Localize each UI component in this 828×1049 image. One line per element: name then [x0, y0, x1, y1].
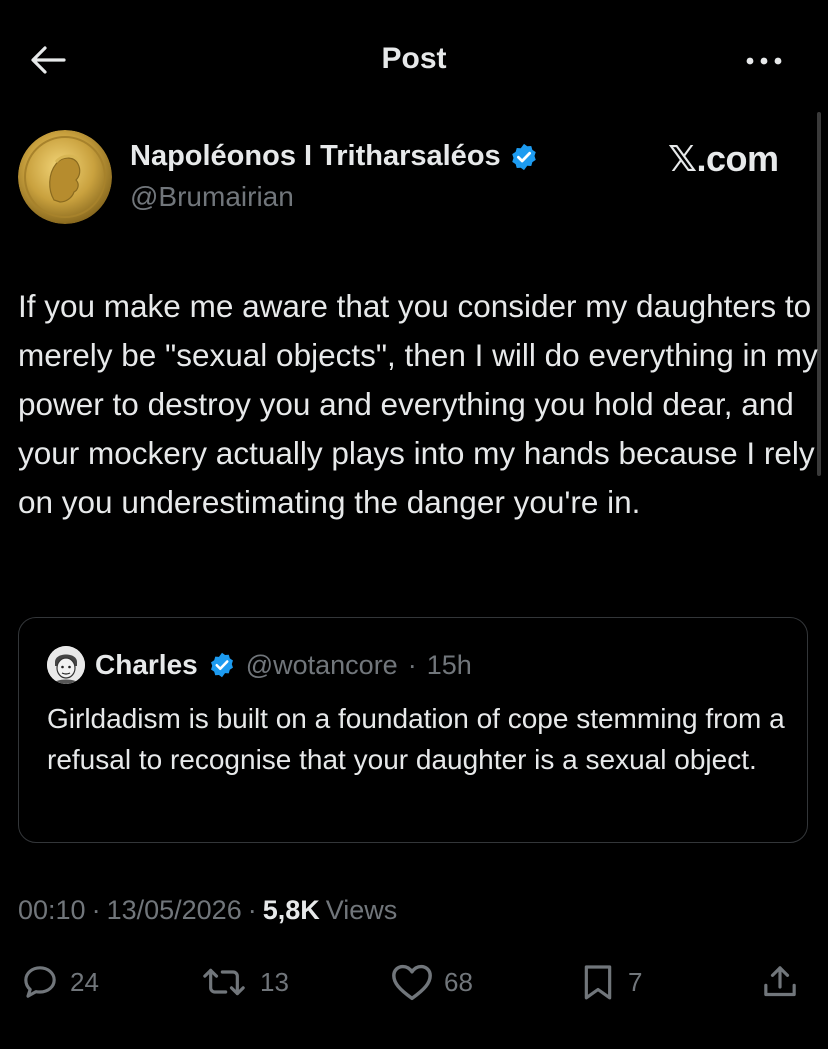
reply-button[interactable]: 24 — [20, 958, 99, 1006]
meta-separator: · — [91, 895, 101, 925]
quoted-tweet-card[interactable]: Charles @wotancore · 15h Girldadism is b… — [18, 617, 808, 843]
heart-icon — [392, 964, 432, 1001]
bookmark-icon — [584, 965, 612, 1000]
views-label: Views — [325, 895, 398, 925]
more-options-button[interactable] — [740, 44, 788, 78]
share-icon — [764, 966, 796, 997]
tweet-date[interactable]: 13/05/2026 — [107, 895, 242, 926]
repost-icon — [203, 968, 245, 996]
quoted-tweet-header: Charles @wotancore · 15h — [47, 646, 472, 684]
x-com-watermark: 𝕏.com — [668, 138, 779, 179]
author-name[interactable]: Napoléonos I Tritharsaléos — [130, 140, 501, 173]
tweet-meta: 00:10 · 13/05/2026 · 5,8K Views — [18, 895, 397, 926]
share-button[interactable] — [760, 958, 800, 1006]
bookmark-button[interactable]: 7 — [578, 958, 642, 1006]
more-dots-icon — [746, 57, 782, 65]
author-avatar[interactable] — [18, 130, 112, 224]
verified-badge-icon — [511, 143, 536, 170]
bookmark-count: 7 — [628, 966, 643, 997]
author-name-row[interactable]: Napoléonos I Tritharsaléos — [130, 140, 539, 173]
reply-count: 24 — [70, 966, 99, 997]
quoted-author-handle: @wotancore — [245, 649, 398, 680]
quoted-author-avatar — [47, 646, 85, 684]
author-handle[interactable]: @Brumairian — [130, 181, 294, 213]
cartoon-face-avatar-image — [47, 646, 85, 684]
tweet-text: If you make me aware that you consider m… — [18, 288, 818, 520]
meta-separator: · — [247, 895, 257, 925]
page-title: Post — [381, 42, 447, 75]
quoted-timestamp: 15h — [426, 649, 472, 680]
quoted-author-name: Charles — [95, 649, 198, 680]
repost-count: 13 — [260, 966, 289, 997]
gold-coin-avatar-image — [18, 130, 112, 224]
reply-icon — [24, 966, 56, 998]
tweet-time[interactable]: 00:10 — [18, 895, 86, 926]
quoted-tweet-text: Girldadism is built on a foundation of c… — [47, 703, 785, 775]
like-button[interactable]: 68 — [390, 958, 473, 1006]
views-count[interactable]: 5,8K — [263, 895, 320, 926]
quoted-separator: · — [407, 649, 417, 680]
like-count: 68 — [444, 966, 473, 997]
repost-button[interactable]: 13 — [198, 958, 289, 1006]
verified-badge-icon — [210, 652, 233, 678]
